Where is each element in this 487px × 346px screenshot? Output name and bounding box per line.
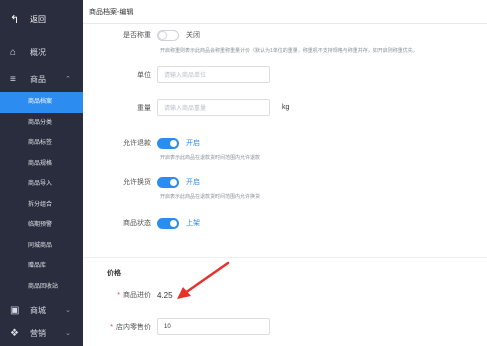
unit-label: 单位 bbox=[137, 71, 151, 79]
home-icon: ⌂ bbox=[10, 46, 17, 58]
retail-price-label: 店内零售价 bbox=[116, 323, 151, 331]
retail-price-input[interactable]: 10 bbox=[157, 318, 270, 335]
weight-row: 重量 请输入商品重量 kg bbox=[83, 99, 487, 116]
exchange-row: 允许换货 开启 bbox=[83, 175, 487, 189]
status-row: 商品状态 上架 bbox=[83, 216, 487, 230]
refund-label: 允许退款 bbox=[123, 140, 151, 147]
chevron-up-icon: ⌃ bbox=[65, 76, 71, 83]
weight-unit: kg bbox=[282, 104, 290, 111]
back-label: 返回 bbox=[30, 14, 46, 24]
breadcrumb: 商品档案-编辑 bbox=[83, 0, 487, 24]
annotation-arrow-icon bbox=[177, 261, 230, 299]
sidebar-subitem[interactable]: 商品档案 bbox=[0, 92, 83, 113]
sidebar-subitem[interactable]: 商品分类 bbox=[0, 113, 83, 134]
sidebar-item-marketing[interactable]: ❖ 营销 ⌄ bbox=[0, 323, 83, 343]
sidebar-item-label: 概况 bbox=[30, 47, 46, 57]
price-section-title: 价格 bbox=[107, 270, 121, 277]
exchange-state: 开启 bbox=[186, 179, 200, 186]
unit-input[interactable]: 请输入商品单位 bbox=[157, 66, 270, 83]
chevron-down-icon: ⌄ bbox=[65, 307, 71, 314]
status-state: 上架 bbox=[186, 220, 200, 227]
marketing-icon: ❖ bbox=[10, 327, 19, 339]
purchase-price-value: 4.25 bbox=[157, 290, 173, 300]
purchase-price-row: * 商品进价 4.25 bbox=[83, 288, 487, 302]
exchange-hint: 开启表示此商品在退款货时间范围内允许换货 bbox=[160, 194, 261, 200]
sidebar-subitem[interactable]: 拆分组合 bbox=[0, 195, 83, 216]
weighing-label: 是否称重 bbox=[123, 32, 151, 39]
sidebar-subitem[interactable]: 商品规格 bbox=[0, 154, 83, 175]
sidebar-item-mall[interactable]: ▣ 商城 ⌄ bbox=[0, 297, 83, 323]
weighing-row: 是否称重 关闭 bbox=[83, 28, 487, 42]
sidebar-subitem[interactable]: 商品导入 bbox=[0, 174, 83, 195]
sidebar-item-label: 商品 bbox=[30, 74, 46, 84]
back-arrow-icon: ↰ bbox=[10, 13, 20, 26]
weight-input[interactable]: 请输入商品重量 bbox=[157, 99, 270, 116]
exchange-label: 允许换货 bbox=[123, 179, 151, 186]
sidebar-item-label: 营销 bbox=[30, 328, 46, 338]
sidebar-subitem[interactable]: 商品回收站 bbox=[0, 277, 83, 298]
refund-toggle[interactable] bbox=[157, 137, 179, 149]
weighing-toggle[interactable] bbox=[157, 29, 179, 41]
sidebar-subitem[interactable]: 赠品库 bbox=[0, 256, 83, 277]
retail-price-label-wrap: * 店内零售价 bbox=[83, 322, 157, 332]
purchase-price-label: 商品进价 bbox=[123, 292, 151, 299]
sidebar-item-overview[interactable]: ⌂ 概况 bbox=[0, 38, 83, 66]
back-button[interactable]: ↰ 返回 bbox=[0, 0, 83, 38]
exchange-toggle[interactable] bbox=[157, 176, 179, 188]
refund-state: 开启 bbox=[186, 140, 200, 147]
main-area: 商品档案-编辑 是否称重 关闭 开启称重则表示此商品会称重称重量计价（默认为1单… bbox=[83, 0, 487, 346]
status-toggle[interactable] bbox=[157, 217, 179, 229]
required-mark: * bbox=[110, 323, 113, 331]
app: ↰ 返回 ⌂ 概况 ≡ 商品 ⌃ 商品档案 商品分类 商品标签 商品规格 商品导… bbox=[0, 0, 487, 346]
sidebar-subitem[interactable]: 临期预警 bbox=[0, 215, 83, 236]
menu-icon: ≡ bbox=[10, 73, 16, 85]
refund-hint: 开启表示此商品在退款货时间范围内允许退款 bbox=[160, 155, 261, 161]
status-label: 商品状态 bbox=[123, 220, 151, 227]
weighing-hint: 开启称重则表示此商品会称重称重量计价（默认为1单位的重量，称重机不支持规格与称重… bbox=[160, 48, 418, 54]
sidebar: ↰ 返回 ⌂ 概况 ≡ 商品 ⌃ 商品档案 商品分类 商品标签 商品规格 商品导… bbox=[0, 0, 83, 346]
section-divider bbox=[83, 257, 487, 258]
sidebar-subitem[interactable]: 商品标签 bbox=[0, 133, 83, 154]
refund-row: 允许退款 开启 bbox=[83, 136, 487, 150]
shop-icon: ▣ bbox=[10, 304, 20, 316]
goods-submenu: 商品档案 商品分类 商品标签 商品规格 商品导入 拆分组合 临期预警 同城商品 … bbox=[0, 92, 83, 297]
chevron-down-icon: ⌄ bbox=[65, 330, 71, 337]
sidebar-subitem[interactable]: 同城商品 bbox=[0, 236, 83, 257]
purchase-price-label-wrap: * 商品进价 bbox=[83, 290, 157, 300]
retail-price-row: * 店内零售价 10 bbox=[83, 318, 487, 335]
breadcrumb-text: 商品档案-编辑 bbox=[89, 8, 134, 16]
edit-form: 是否称重 关闭 开启称重则表示此商品会称重称重量计价（默认为1单位的重量，称重机… bbox=[83, 24, 487, 346]
unit-row: 单位 请输入商品单位 bbox=[83, 66, 487, 83]
required-mark: * bbox=[117, 292, 120, 299]
sidebar-item-goods[interactable]: ≡ 商品 ⌃ bbox=[0, 66, 83, 92]
weight-label: 重量 bbox=[137, 104, 151, 112]
sidebar-item-label: 商城 bbox=[30, 305, 46, 315]
weighing-state: 关闭 bbox=[186, 32, 200, 39]
